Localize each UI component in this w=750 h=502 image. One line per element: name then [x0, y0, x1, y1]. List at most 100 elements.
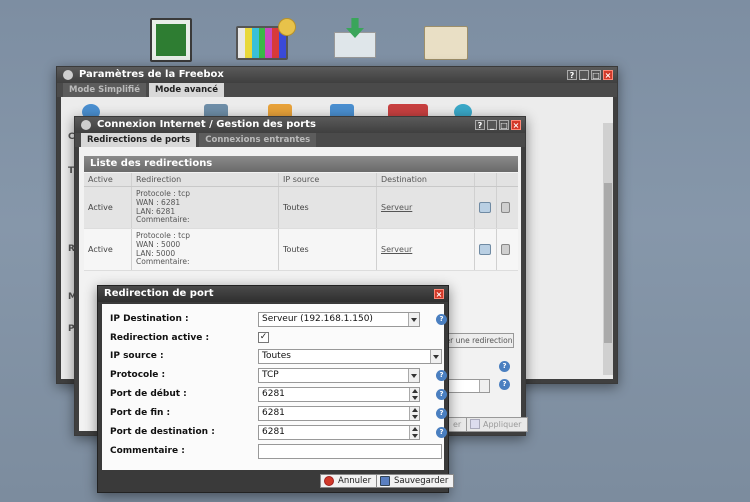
ip-destination-value: Serveur (192.168.1.150) [262, 314, 373, 324]
commentaire-input[interactable] [258, 444, 442, 459]
monitor-icon[interactable] [150, 18, 192, 62]
freebox-window-title: Paramètres de la Freebox [79, 69, 224, 80]
maximize-button[interactable]: □ [591, 70, 601, 80]
connexion-window-titlebar[interactable]: Connexion Internet / Gestion des ports ?… [75, 117, 525, 133]
column-header-destination: Destination [377, 173, 475, 186]
table-row[interactable]: Active Protocole : tcp WAN : 6281 LAN: 6… [84, 187, 518, 229]
help-icon[interactable]: ? [499, 361, 510, 372]
port-debut-label: Port de début : [110, 389, 187, 399]
port-fin-label: Port de fin : [110, 408, 171, 418]
row-ip-source: Toutes [279, 229, 377, 270]
cancel-button-label: Annuler [338, 476, 372, 486]
edit-icon[interactable] [479, 202, 491, 213]
row-comment: Commentaire: [136, 215, 190, 225]
redirection-active-label: Redirection active : [110, 333, 210, 343]
port-debut-spinner[interactable]: 6281 [258, 387, 420, 402]
dialog-body: IP Destination : Serveur (192.168.1.150)… [102, 304, 447, 470]
column-header-redirection: Redirection [132, 173, 279, 186]
port-fin-spinner[interactable]: 6281 [258, 406, 420, 421]
help-icon[interactable]: ? [436, 389, 447, 400]
spinner-arrows-icon[interactable] [409, 426, 419, 439]
maximize-button[interactable]: □ [499, 120, 509, 130]
cancel-button[interactable]: Annuler [320, 474, 378, 488]
tab-mode-avance[interactable]: Mode avancé [148, 83, 224, 97]
row-destination-link[interactable]: Serveur [381, 203, 412, 212]
commentaire-label: Commentaire : [110, 446, 185, 456]
port-destination-spinner[interactable]: 6281 [258, 425, 420, 440]
tv-icon[interactable] [236, 18, 296, 64]
column-header-ip-source: IP source [279, 173, 377, 186]
dialog-titlebar[interactable]: Redirection de port × [98, 286, 448, 302]
port-debut-value: 6281 [262, 389, 285, 399]
port-redirection-dialog: Redirection de port × IP Destination : S… [97, 285, 455, 493]
trash-icon[interactable] [501, 202, 510, 213]
apply-button-label: Appliquer [483, 420, 522, 429]
help-button[interactable]: ? [567, 70, 577, 80]
hidden-select[interactable] [446, 379, 490, 393]
vertical-scrollbar[interactable] [603, 123, 613, 375]
save-icon [470, 419, 480, 429]
column-header-delete [497, 173, 518, 186]
add-redirection-button[interactable]: er une redirection [444, 333, 514, 348]
redirection-active-checkbox[interactable]: ✓ [258, 332, 269, 343]
help-icon[interactable]: ? [436, 408, 447, 419]
minimize-button[interactable]: _ [579, 70, 589, 80]
tab-mode-simplifie[interactable]: Mode Simplifié [63, 83, 146, 97]
port-fin-value: 6281 [262, 408, 285, 418]
chevron-down-icon[interactable] [408, 313, 419, 326]
column-header-edit [475, 173, 497, 186]
row-ip-source: Toutes [279, 187, 377, 228]
row-active: Active [84, 187, 132, 228]
gear-icon [63, 70, 73, 80]
ip-destination-select[interactable]: Serveur (192.168.1.150) [258, 312, 420, 327]
ip-source-label: IP source : [110, 351, 164, 361]
table-header: Active Redirection IP source Destination [84, 173, 518, 187]
dialog-title: Redirection de port [104, 288, 214, 299]
row-comment: Commentaire: [136, 257, 190, 267]
help-icon[interactable]: ? [436, 314, 447, 325]
connexion-window-title: Connexion Internet / Gestion des ports [97, 119, 316, 130]
row-active: Active [84, 229, 132, 270]
help-icon[interactable]: ? [499, 379, 510, 390]
cancel-icon [324, 476, 334, 486]
protocole-select[interactable]: TCP [258, 368, 420, 383]
save-button-label: Sauvegarder [394, 476, 449, 486]
minimize-button[interactable]: _ [487, 120, 497, 130]
row-destination-link[interactable]: Serveur [381, 245, 412, 254]
close-button[interactable]: × [511, 120, 521, 130]
trash-icon[interactable] [501, 244, 510, 255]
tab-redirections-de-ports[interactable]: Redirections de ports [81, 133, 197, 147]
mail-download-icon[interactable] [334, 18, 376, 64]
protocole-value: TCP [262, 370, 279, 380]
port-destination-label: Port de destination : [110, 427, 215, 437]
row-redirection: Protocole : tcp WAN : 6281 LAN: 6281 Com… [132, 187, 279, 228]
help-icon[interactable]: ? [436, 427, 447, 438]
save-button[interactable]: Sauvegarder [376, 474, 455, 488]
edit-icon[interactable] [479, 244, 491, 255]
section-title: Liste des redirections [84, 156, 518, 172]
help-icon[interactable]: ? [436, 370, 447, 381]
row-redirection: Protocole : tcp WAN : 5000 LAN: 5000 Com… [132, 229, 279, 270]
column-header-active: Active [84, 173, 132, 186]
ip-source-value: Toutes [262, 351, 291, 361]
close-button[interactable]: × [603, 70, 613, 80]
dialog-footer: Annuler Sauvegarder [102, 471, 455, 491]
redirections-table: Active Redirection IP source Destination… [84, 173, 518, 271]
chevron-down-icon[interactable] [408, 369, 419, 382]
folder-icon[interactable] [424, 26, 468, 64]
info-icon [81, 120, 91, 130]
tab-connexions-entrantes[interactable]: Connexions entrantes [199, 133, 317, 147]
ip-source-select[interactable]: Toutes [258, 349, 442, 364]
port-destination-value: 6281 [262, 427, 285, 437]
table-row[interactable]: Active Protocole : tcp WAN : 5000 LAN: 5… [84, 229, 518, 271]
apply-button[interactable]: Appliquer [466, 417, 529, 432]
spinner-arrows-icon[interactable] [409, 388, 419, 401]
cancel-button-partial[interactable]: er [446, 417, 469, 432]
save-icon [380, 476, 390, 486]
help-button[interactable]: ? [475, 120, 485, 130]
ip-destination-label: IP Destination : [110, 314, 189, 324]
spinner-arrows-icon[interactable] [409, 407, 419, 420]
close-icon[interactable]: × [434, 289, 444, 299]
freebox-window-titlebar[interactable]: Paramètres de la Freebox ? _ □ × [57, 67, 617, 83]
chevron-down-icon[interactable] [430, 350, 441, 363]
